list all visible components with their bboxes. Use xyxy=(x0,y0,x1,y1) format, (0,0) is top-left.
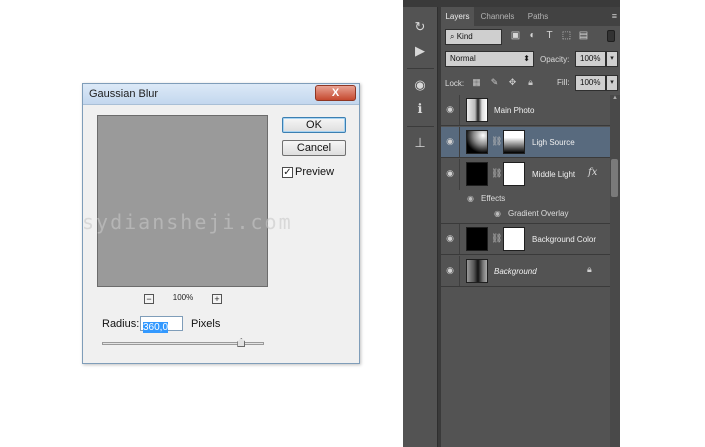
preview-checkbox[interactable]: ✓ xyxy=(282,167,293,178)
dock-divider xyxy=(407,126,434,127)
fill-label: Fill: xyxy=(557,78,570,87)
layer-divider xyxy=(459,224,460,254)
layer-mask-thumbnail[interactable] xyxy=(503,227,525,251)
eye-icon[interactable]: ◉ xyxy=(445,104,455,114)
layer-divider xyxy=(459,127,460,157)
radius-slider-thumb[interactable] xyxy=(237,338,246,347)
layer-ligh-source[interactable]: ◉ ⛓︎ Ligh Source xyxy=(441,127,610,158)
effects-header[interactable]: Effects xyxy=(481,194,505,203)
blend-mode-select[interactable]: Normal ⬍ xyxy=(445,51,534,67)
lock-label: Lock: xyxy=(445,79,465,88)
dialog-title: Gaussian Blur xyxy=(89,88,159,100)
play-icon[interactable]: ▶ xyxy=(410,42,430,60)
layer-divider xyxy=(459,95,460,125)
layer-name: Background xyxy=(494,267,537,276)
tab-layers[interactable]: Layers xyxy=(441,7,474,26)
layer-mask-thumbnail[interactable] xyxy=(503,130,525,154)
layer-thumbnail xyxy=(466,162,488,186)
lock-pixels-icon[interactable]: ✎ xyxy=(489,77,500,88)
scroll-up-icon[interactable]: ▲ xyxy=(611,95,619,101)
eye-icon[interactable]: ◉ xyxy=(445,265,455,275)
layer-name: Background Color xyxy=(532,235,597,244)
panel-collapse-bar[interactable] xyxy=(441,0,620,7)
lock-transparency-icon[interactable]: ▦ xyxy=(471,77,482,88)
adjustment-filter-icon[interactable]: ◐ xyxy=(527,30,538,41)
opacity-input[interactable]: 100% xyxy=(575,51,606,67)
eye-icon[interactable]: ◉ xyxy=(445,136,455,146)
radius-value: 360,0 xyxy=(143,322,169,333)
fill-dropdown[interactable]: ▾ xyxy=(606,75,618,91)
link-icon[interactable]: ⛓︎ xyxy=(491,136,502,147)
lock-all-icon[interactable]: 🔒︎ xyxy=(525,77,536,88)
layer-background-color[interactable]: ◉ ⛓︎ Background Color xyxy=(441,224,610,255)
info-icon[interactable]: ℹ xyxy=(410,100,430,118)
page-background xyxy=(620,0,705,447)
eye-icon[interactable]: ◉ xyxy=(467,194,474,203)
zoom-level: 100% xyxy=(172,293,194,302)
blend-mode-value: Normal xyxy=(450,54,476,63)
dialog-titlebar[interactable]: Gaussian Blur X xyxy=(83,84,359,105)
layer-name: Main Photo xyxy=(494,106,535,115)
layer-list: ◉ Main Photo ◉ ⛓︎ Ligh Source ◉ ⛓︎ Middl… xyxy=(441,95,620,447)
eye-icon[interactable]: ◉ xyxy=(445,233,455,243)
layer-thumbnail xyxy=(466,98,488,122)
zoom-in-button[interactable]: + xyxy=(212,294,222,304)
smart-object-filter-icon[interactable]: ▤ xyxy=(578,30,589,41)
layer-list-scrollbar[interactable]: ▲ xyxy=(610,95,620,447)
layer-name: Middle Light xyxy=(532,170,576,179)
radius-label: Radius: xyxy=(102,318,140,330)
scrollbar-thumb[interactable] xyxy=(611,159,618,197)
adjustments-icon[interactable]: ◉ xyxy=(410,76,430,94)
layer-name: Ligh Source xyxy=(532,138,575,147)
close-button[interactable]: X xyxy=(315,85,356,101)
panel-menu-icon[interactable]: ≡ xyxy=(612,7,617,26)
layer-divider xyxy=(459,159,460,190)
watermark: sydiansheji.com xyxy=(82,210,293,234)
eye-icon[interactable]: ◉ xyxy=(445,168,455,178)
ok-button[interactable]: OK xyxy=(282,117,346,133)
zoom-out-button[interactable]: − xyxy=(144,294,154,304)
filter-toggle[interactable] xyxy=(607,30,615,42)
radius-unit: Pixels xyxy=(191,318,221,330)
link-icon[interactable]: ⛓︎ xyxy=(491,233,502,244)
filter-kind-select[interactable]: ⌕ Kind xyxy=(445,29,502,45)
layer-middle-light[interactable]: ◉ ⛓︎ Middle Light fx xyxy=(441,159,610,190)
opacity-label: Opacity: xyxy=(540,55,570,64)
layer-divider xyxy=(459,256,460,286)
link-icon[interactable]: ⛓︎ xyxy=(491,168,502,179)
fill-input[interactable]: 100% xyxy=(575,75,606,91)
shape-filter-icon[interactable]: ⬚ xyxy=(561,30,572,41)
effect-gradient-overlay[interactable]: Gradient Overlay xyxy=(508,209,568,218)
panel-dock-strip: ↻ ▶ ◉ ℹ ⊥ xyxy=(403,0,438,447)
layers-panel: Layers Channels Paths ≡ ⌕ Kind ▣ ◐ T ⬚ ▤… xyxy=(441,0,620,447)
layer-background[interactable]: ◉ Background 🔒︎ xyxy=(441,256,610,287)
eye-icon[interactable]: ◉ xyxy=(494,209,501,218)
tab-channels[interactable]: Channels xyxy=(475,7,520,26)
fx-icon[interactable]: fx xyxy=(588,167,597,178)
preview-label: Preview xyxy=(295,166,335,178)
cancel-button[interactable]: Cancel xyxy=(282,140,346,156)
type-filter-icon[interactable]: T xyxy=(544,30,555,41)
radius-input[interactable]: 360,0 xyxy=(140,316,183,333)
tab-paths[interactable]: Paths xyxy=(523,7,553,26)
lock-position-icon[interactable]: ✥ xyxy=(507,77,518,88)
layer-thumbnail xyxy=(466,130,488,154)
layer-effects: ◉ Effects ◉ Gradient Overlay xyxy=(441,192,610,224)
layer-mask-thumbnail[interactable] xyxy=(503,162,525,186)
image-filter-icon[interactable]: ▣ xyxy=(510,30,521,41)
clone-source-icon[interactable]: ⊥ xyxy=(410,134,430,152)
chevron-down-icon: ⬍ xyxy=(523,54,530,63)
blur-preview[interactable] xyxy=(97,115,268,287)
panel-tabs: Layers Channels Paths ≡ xyxy=(441,7,620,26)
lock-icon: 🔒︎ xyxy=(587,264,592,274)
history-icon[interactable]: ↻ xyxy=(410,18,430,36)
dock-divider xyxy=(407,68,434,69)
layer-thumbnail xyxy=(466,227,488,251)
layer-main-photo[interactable]: ◉ Main Photo xyxy=(441,95,610,126)
layer-thumbnail xyxy=(466,259,488,283)
dock-collapse-bar[interactable] xyxy=(403,0,438,7)
opacity-dropdown[interactable]: ▾ xyxy=(606,51,618,67)
